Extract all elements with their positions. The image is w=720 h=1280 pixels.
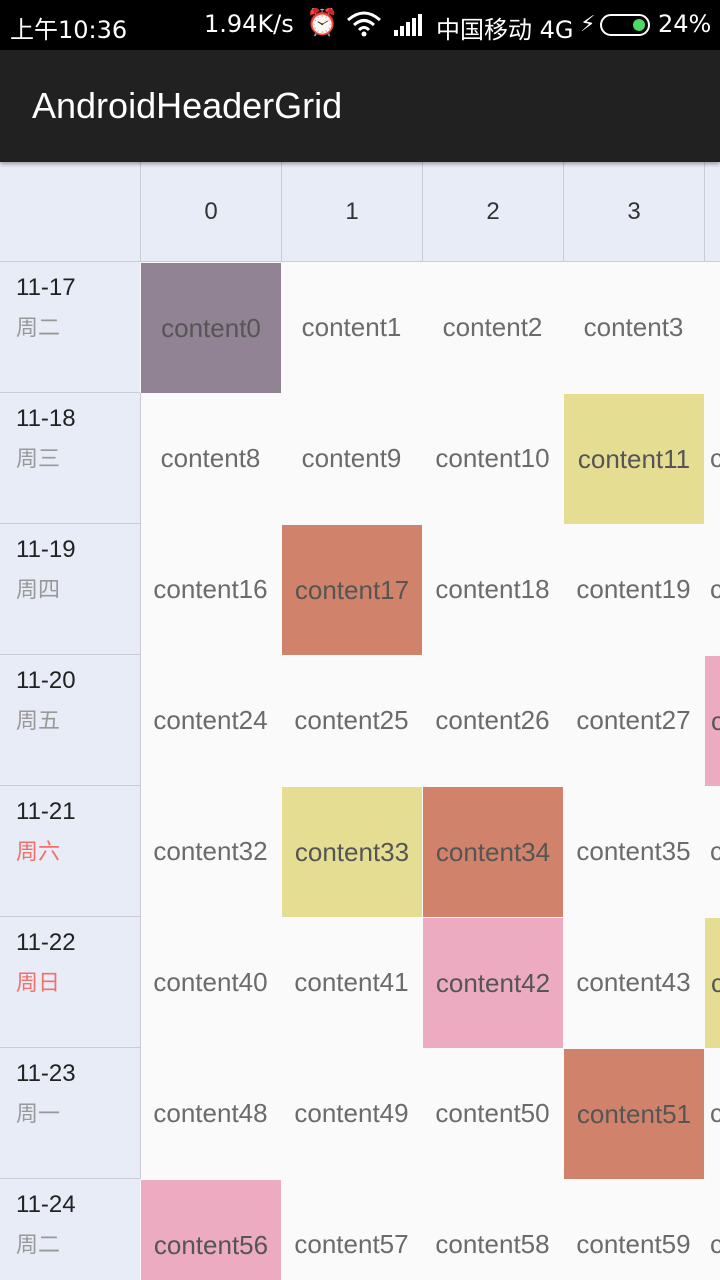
row-header: 11-18 周三	[0, 393, 141, 524]
grid-cell[interactable]: c	[704, 655, 720, 786]
column-header: 1	[281, 162, 422, 262]
grid-cell[interactable]: content42	[422, 917, 563, 1048]
row-weekday: 周三	[16, 447, 61, 472]
grid-cell[interactable]: content27	[563, 655, 704, 786]
status-bar: 上午10:36 1.94K/s ⏰ 中国移动 4G ⚡ 24%	[0, 0, 720, 50]
wifi-icon	[347, 11, 381, 37]
carrier-label: 中国移动 4G	[436, 16, 574, 44]
grid-cell[interactable]: content59	[563, 1179, 704, 1280]
row-header: 11-24 周二	[0, 1179, 141, 1280]
grid-cell[interactable]: content49	[281, 1048, 422, 1179]
grid-cell[interactable]: content34	[422, 786, 563, 917]
grid-cell[interactable]: content25	[281, 655, 422, 786]
grid-cell[interactable]: content9	[281, 393, 422, 524]
row-date: 11-21	[16, 798, 76, 825]
app-bar: AndroidHeaderGrid	[0, 50, 720, 162]
row-header: 11-21 周六	[0, 786, 141, 917]
column-header	[704, 162, 720, 262]
grid-cell[interactable]: content2	[422, 262, 563, 393]
grid-cell[interactable]: content48	[140, 1048, 281, 1179]
grid-cell[interactable]: content8	[140, 393, 281, 524]
grid-cell[interactable]: c	[704, 917, 720, 1048]
row-weekday: 周二	[16, 1233, 61, 1258]
grid-cell[interactable]: content33	[281, 786, 422, 917]
grid-cell[interactable]: c	[704, 1179, 720, 1280]
row-date: 11-24	[16, 1191, 76, 1218]
row-header: 11-23 周一	[0, 1048, 141, 1179]
row-date: 11-19	[16, 536, 76, 563]
column-header: 3	[563, 162, 704, 262]
grid-cell[interactable]: content58	[422, 1179, 563, 1280]
row-weekday: 周四	[16, 578, 61, 603]
battery-icon	[600, 14, 650, 36]
row-header: 11-22 周日	[0, 917, 141, 1048]
grid-cell[interactable]: content11	[563, 393, 704, 524]
row-weekday: 周日	[16, 971, 61, 996]
row-header: 11-20 周五	[0, 655, 141, 786]
grid-cell[interactable]: c	[704, 393, 720, 524]
grid-cell[interactable]: content1	[281, 262, 422, 393]
grid-cell[interactable]: content19	[563, 524, 704, 655]
row-date: 11-17	[16, 274, 76, 301]
grid-cell[interactable]: content18	[422, 524, 563, 655]
grid-cell[interactable]: content41	[281, 917, 422, 1048]
grid-cell[interactable]: c	[704, 524, 720, 655]
row-weekday: 周六	[16, 840, 61, 865]
row-date: 11-18	[16, 405, 76, 432]
grid-cell[interactable]: content26	[422, 655, 563, 786]
grid-cell[interactable]: content56	[140, 1179, 281, 1280]
grid-cell[interactable]: content51	[563, 1048, 704, 1179]
grid-cell[interactable]: content57	[281, 1179, 422, 1280]
row-weekday: 周二	[16, 316, 61, 341]
grid-cell[interactable]: content24	[140, 655, 281, 786]
signal-bars-icon	[394, 14, 424, 36]
row-weekday: 周一	[16, 1102, 61, 1127]
grid-cell[interactable]: content3	[563, 262, 704, 393]
row-header: 11-19 周四	[0, 524, 141, 655]
grid-cell[interactable]: content32	[140, 786, 281, 917]
grid-cell[interactable]: content43	[563, 917, 704, 1048]
grid-corner	[0, 162, 140, 262]
grid-cell[interactable]: content17	[281, 524, 422, 655]
row-date: 11-20	[16, 667, 76, 694]
grid-cell[interactable]: content0	[140, 262, 281, 393]
status-time: 上午10:36	[10, 16, 128, 44]
row-weekday: 周五	[16, 709, 61, 734]
grid-cell[interactable]: content10	[422, 393, 563, 524]
grid-cell[interactable]: c	[704, 1048, 720, 1179]
grid-cell[interactable]: content16	[140, 524, 281, 655]
grid-cell[interactable]: c	[704, 786, 720, 917]
row-date: 11-23	[16, 1060, 76, 1087]
column-header: 0	[140, 162, 281, 262]
battery-percent: 24%	[658, 10, 712, 38]
row-header: 11-17 周二	[0, 262, 141, 393]
alarm-clock-icon: ⏰	[306, 8, 339, 38]
header-grid[interactable]: 0 1 2 3 11-17 周二 content0 content1 content2 conte…	[0, 162, 720, 1280]
app-title: AndroidHeaderGrid	[32, 85, 343, 126]
column-header: 2	[422, 162, 563, 262]
row-date: 11-22	[16, 929, 76, 956]
grid-cell[interactable]: content35	[563, 786, 704, 917]
grid-cell[interactable]	[704, 262, 720, 393]
grid-cell[interactable]: content40	[140, 917, 281, 1048]
network-speed: 1.94K/s	[204, 10, 294, 38]
lightning-bolt-icon: ⚡	[580, 12, 596, 37]
grid-cell[interactable]: content50	[422, 1048, 563, 1179]
